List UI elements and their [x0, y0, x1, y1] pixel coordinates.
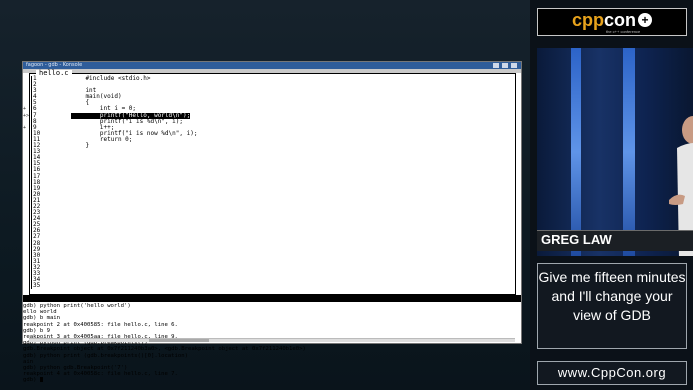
- speaker-video: [537, 48, 693, 256]
- gdb-console[interactable]: gdb) python print('hello world') ello wor…: [23, 303, 521, 383]
- breakpoint-marker: +>: [23, 112, 30, 119]
- maximize-icon[interactable]: [502, 63, 508, 68]
- close-icon[interactable]: [511, 63, 517, 68]
- website: www.CppCon.org: [537, 361, 687, 385]
- text-cursor: [39, 377, 43, 383]
- window-title: fagoon - gdb - Konsole: [26, 62, 83, 68]
- status-line: ild process 7418 In: main Line: 7 PC: 0x…: [23, 295, 521, 316]
- plus-icon: +: [638, 13, 653, 27]
- breakpoint-marker: +: [23, 124, 27, 131]
- horizontal-scrollbar[interactable]: [29, 338, 515, 342]
- speaker-name: GREG LAW: [541, 232, 612, 247]
- window-controls: [493, 63, 517, 68]
- talk-quote: Give me fifteen minutes and I'll change …: [537, 263, 687, 349]
- line-number: 35: [33, 282, 41, 290]
- minimize-icon[interactable]: [493, 63, 499, 68]
- console-line: gdb): [23, 377, 521, 383]
- terminal-window[interactable]: fagoon - gdb - Konsole hello.c 1 #includ…: [22, 61, 522, 383]
- window-titlebar[interactable]: fagoon - gdb - Konsole: [23, 62, 521, 69]
- cppcon-logo: cppcon + the c++ conference: [537, 8, 687, 36]
- source-lines: 1 #include <stdio.h> 2 3 int 4 main(void) 5 …: [23, 75, 515, 290]
- scrollbar-thumb[interactable]: [149, 339, 209, 342]
- source-pane[interactable]: hello.c 1 #include <stdio.h> 2 3 int 4 main…: [23, 70, 516, 295]
- source-line: 35: [30, 282, 515, 290]
